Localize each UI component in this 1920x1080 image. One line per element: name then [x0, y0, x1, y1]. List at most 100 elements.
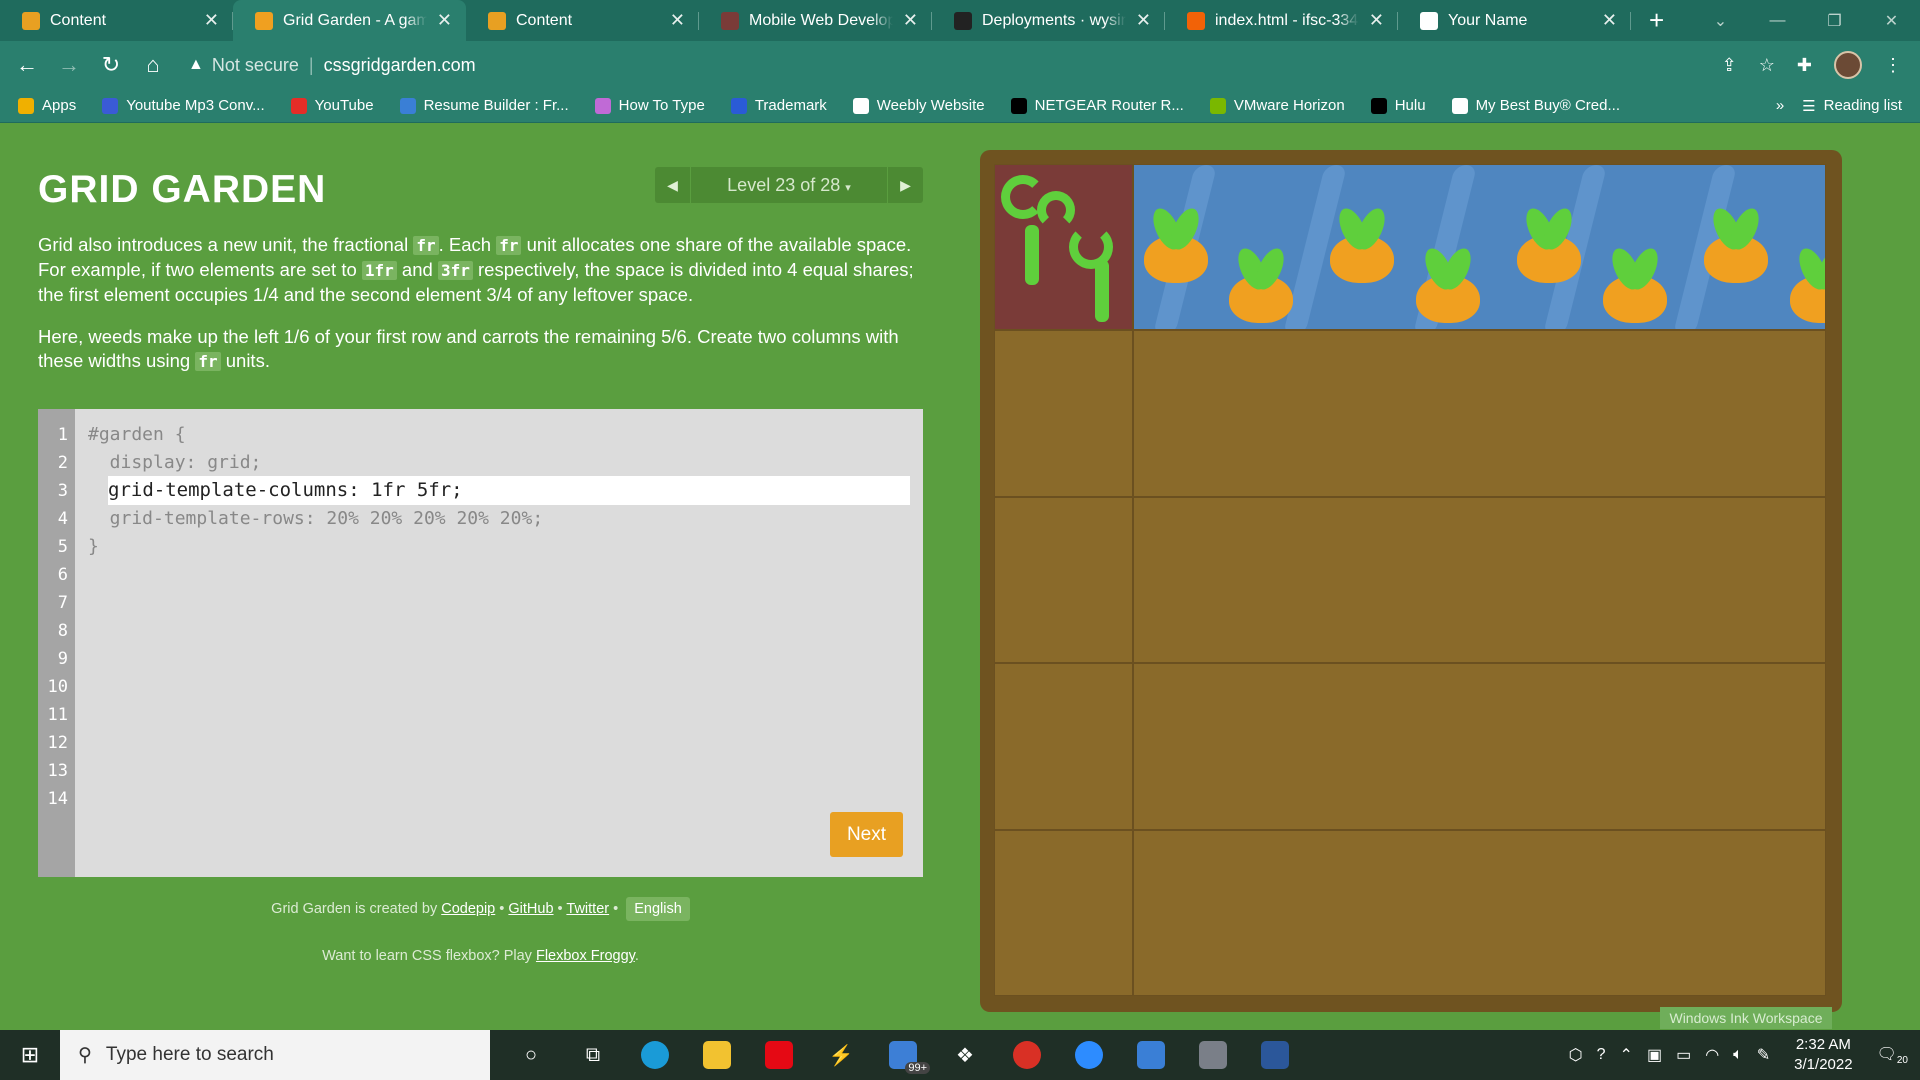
- cortana-icon[interactable]: ○: [500, 1030, 562, 1080]
- code-line: display: grid;: [88, 452, 262, 473]
- browser-tab[interactable]: Content ✕: [466, 0, 699, 41]
- file-explorer-icon[interactable]: [686, 1030, 748, 1080]
- pen-icon[interactable]: ✎: [1757, 1045, 1770, 1065]
- calculator-icon[interactable]: [1182, 1030, 1244, 1080]
- tab-search-icon[interactable]: ⌄: [1692, 11, 1749, 31]
- chrome-icon[interactable]: [996, 1030, 1058, 1080]
- zoom-icon[interactable]: [1058, 1030, 1120, 1080]
- bookmark-label: How To Type: [618, 97, 705, 114]
- reading-list-label: Reading list: [1823, 97, 1902, 114]
- line-number: 6: [57, 565, 68, 585]
- extensions-icon[interactable]: ✚: [1797, 55, 1812, 76]
- minimize-button[interactable]: —: [1749, 12, 1806, 30]
- browser-tab[interactable]: index.html - ifsc-334 ✕: [1165, 0, 1398, 41]
- close-tab-icon[interactable]: ✕: [437, 10, 452, 31]
- restore-button[interactable]: ❐: [1806, 11, 1863, 31]
- word-icon[interactable]: [1244, 1030, 1306, 1080]
- trademark-icon: [730, 97, 747, 114]
- line-number: 7: [57, 593, 68, 613]
- level-selector: ◀ Level 23 of 28 ▾ ▶: [655, 167, 923, 203]
- wifi-icon[interactable]: ◠: [1705, 1045, 1719, 1065]
- bookmark-item[interactable]: How To Type: [594, 97, 705, 114]
- content-icon: [22, 11, 40, 30]
- bookmark-item[interactable]: YouTube: [290, 97, 374, 114]
- browser-tab[interactable]: Content ✕: [0, 0, 233, 41]
- edge-icon[interactable]: [624, 1030, 686, 1080]
- css-input-field[interactable]: grid-template-columns: 1fr 5fr;: [108, 476, 910, 505]
- new-tab-button[interactable]: +: [1649, 5, 1679, 36]
- weed-cell: [994, 164, 1133, 331]
- netflix-icon[interactable]: [748, 1030, 810, 1080]
- previous-level-button[interactable]: ◀: [655, 177, 690, 194]
- chevron-up-icon[interactable]: ⌃: [1620, 1045, 1633, 1065]
- bookmark-item[interactable]: Youtube Mp3 Conv...: [102, 97, 265, 114]
- forward-button[interactable]: →: [48, 52, 90, 78]
- tab-strip: Content ✕ Grid Garden - A game ✕ Content ✕ Mob…: [0, 0, 1920, 41]
- mail-icon[interactable]: 99+: [872, 1030, 934, 1080]
- bookmark-item[interactable]: NETGEAR Router R...: [1010, 97, 1184, 114]
- next-level-button[interactable]: ▶: [888, 177, 923, 194]
- bookmark-item[interactable]: Resume Builder : Fr...: [399, 97, 569, 114]
- language-selector[interactable]: English: [626, 897, 690, 921]
- browser-tab[interactable]: Mobile Web Develop ✕: [699, 0, 932, 41]
- close-tab-icon[interactable]: ✕: [903, 10, 918, 31]
- app-icon[interactable]: ⚡: [810, 1030, 872, 1080]
- browser-tab[interactable]: Grid Garden - A game ✕: [233, 0, 466, 41]
- bookmark-item[interactable]: My Best Buy® Cred...: [1451, 97, 1620, 114]
- text-run: Here, weeds make up the left 1/6 of your…: [38, 326, 899, 371]
- app-tray-icon[interactable]: ⬡: [1569, 1045, 1583, 1065]
- page-content: GRID GARDEN ◀ Level 23 of 28 ▾ ▶ Grid al…: [0, 123, 1920, 1030]
- battery-icon[interactable]: ▭: [1676, 1045, 1691, 1065]
- home-button[interactable]: ⌂: [132, 52, 174, 78]
- github-link[interactable]: GitHub: [508, 901, 553, 917]
- promo-text: .: [634, 948, 639, 964]
- close-tab-icon[interactable]: ✕: [1602, 10, 1617, 31]
- start-button[interactable]: ⊞: [0, 1042, 60, 1068]
- netgear-icon: [1010, 97, 1027, 114]
- task-view-icon[interactable]: ⧉: [562, 1030, 624, 1080]
- security-label: Not secure: [211, 54, 299, 75]
- bookmark-label: YouTube: [314, 97, 374, 114]
- reading-list-button[interactable]: ☰ Reading list: [1802, 97, 1902, 115]
- close-tab-icon[interactable]: ✕: [670, 10, 685, 31]
- close-tab-icon[interactable]: ✕: [204, 10, 219, 31]
- share-icon[interactable]: ⇪: [1722, 55, 1737, 76]
- instructions-paragraph-1: Grid also introduces a new unit, the fra…: [38, 233, 928, 307]
- bookmark-item[interactable]: Trademark: [730, 97, 827, 114]
- reload-button[interactable]: ↻: [90, 52, 132, 78]
- close-window-button[interactable]: ✕: [1863, 11, 1920, 31]
- address-bar[interactable]: ▲ Not secure | cssgridgarden.com: [188, 47, 1718, 83]
- calendar-icon[interactable]: [1120, 1030, 1182, 1080]
- tab-title: Your Name: [1448, 11, 1528, 29]
- dropbox-icon[interactable]: ❖: [934, 1030, 996, 1080]
- bookmark-item[interactable]: Hulu: [1370, 97, 1426, 114]
- bookmark-item[interactable]: VMware Horizon: [1209, 97, 1345, 114]
- menu-icon[interactable]: ⋮: [1884, 55, 1902, 76]
- close-tab-icon[interactable]: ✕: [1136, 10, 1151, 31]
- clock[interactable]: 2:32 AM 3/1/2022: [1794, 1035, 1852, 1075]
- help-icon[interactable]: ?: [1597, 1046, 1606, 1064]
- browser-tab[interactable]: Your Name ✕: [1398, 0, 1631, 41]
- volume-icon[interactable]: 🔈︎: [1733, 1046, 1743, 1064]
- profile-avatar[interactable]: [1834, 51, 1862, 79]
- twitter-link[interactable]: Twitter: [566, 901, 609, 917]
- warning-icon: ▲: [188, 56, 204, 73]
- bookmark-item[interactable]: Apps: [18, 97, 76, 114]
- flexbox-froggy-link[interactable]: Flexbox Froggy: [536, 948, 635, 964]
- more-bookmarks-button[interactable]: »: [1776, 97, 1784, 114]
- level-indicator[interactable]: Level 23 of 28 ▾: [690, 167, 888, 203]
- ytmp3-icon: [102, 97, 119, 114]
- star-icon[interactable]: ☆: [1759, 55, 1775, 76]
- bookmark-item[interactable]: Weebly Website: [852, 97, 985, 114]
- next-button[interactable]: Next: [830, 812, 903, 857]
- close-tab-icon[interactable]: ✕: [1369, 10, 1384, 31]
- replit-icon: [1187, 11, 1205, 30]
- bookmark-label: Youtube Mp3 Conv...: [126, 97, 265, 114]
- taskbar-search[interactable]: ⚲ Type here to search: [60, 1030, 490, 1080]
- soil-cell: [994, 330, 1133, 497]
- codepip-link[interactable]: Codepip: [441, 901, 495, 917]
- back-button[interactable]: ←: [6, 52, 48, 78]
- meet-now-icon[interactable]: ▣: [1647, 1045, 1662, 1065]
- browser-tab[interactable]: Deployments · wysim ✕: [932, 0, 1165, 41]
- notification-icon[interactable]: 🗨︎20: [1877, 1044, 1908, 1066]
